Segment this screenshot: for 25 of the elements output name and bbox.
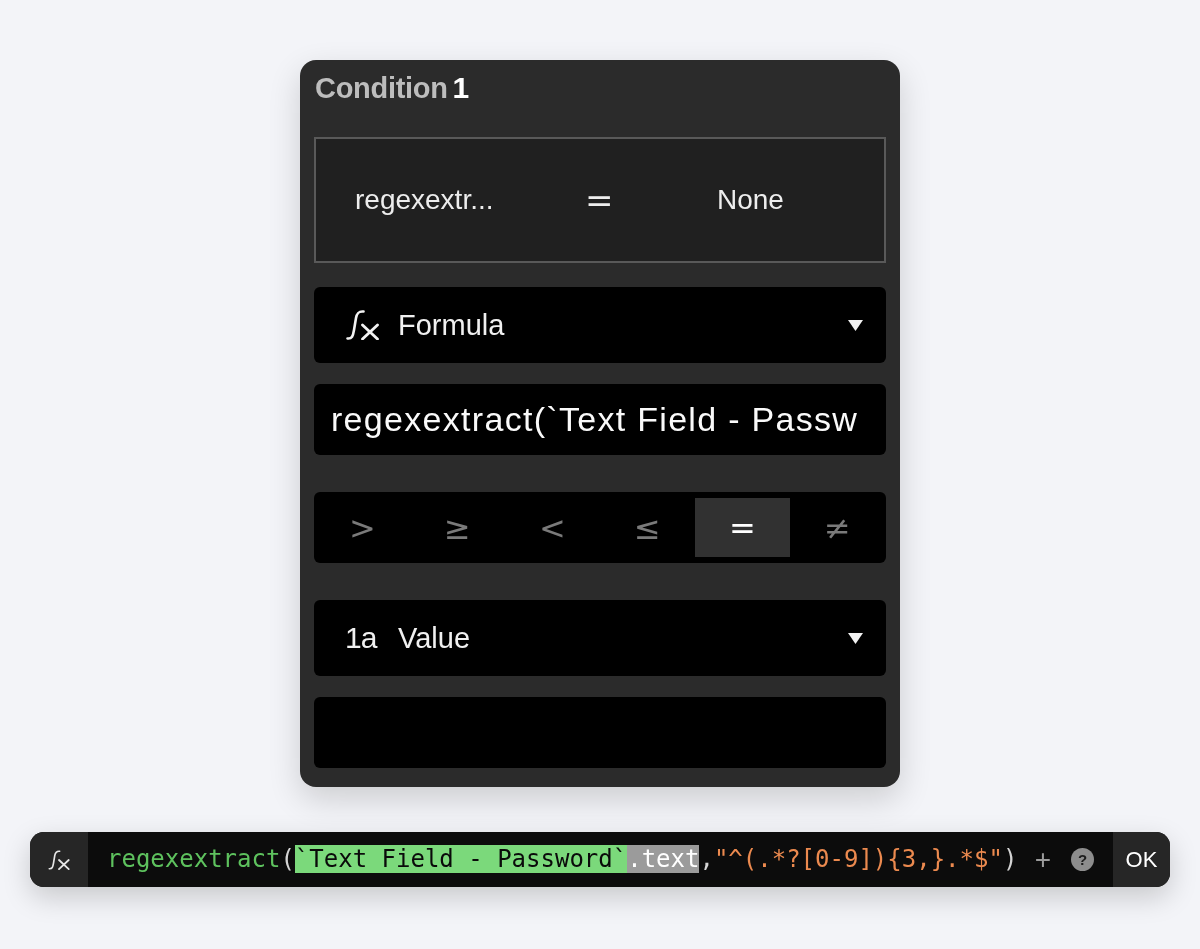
add-button[interactable]: + (1034, 843, 1051, 876)
panel-title: Condition (315, 71, 448, 105)
operator-option[interactable]: < (505, 498, 600, 557)
operator-option[interactable]: ≠ (790, 498, 885, 557)
summary-left-text: regexextr... (355, 184, 494, 216)
condition-number: 1 (452, 71, 470, 105)
right-type-dropdown[interactable]: 1a Value (314, 600, 886, 676)
formula-mode-button[interactable] (30, 832, 88, 887)
ok-button[interactable]: OK (1113, 832, 1170, 887)
summary-right-text: None (717, 184, 784, 216)
operator-option[interactable]: ≥ (410, 498, 505, 557)
function-icon (345, 310, 380, 340)
formula-editor-field[interactable]: regexextract(`Text Field - Password`.text,"^(.*?[0-9]){3,}.*$") (107, 844, 1018, 875)
value-type-glyph: 1a (345, 621, 378, 655)
formula-input-field[interactable]: regexextract(`Text Field - Passw (314, 384, 886, 455)
help-button[interactable]: ? (1071, 848, 1094, 871)
dropdown-caret-icon (848, 319, 863, 331)
dropdown-caret-icon (848, 632, 863, 644)
summary-operator-text: = (585, 180, 614, 220)
operator-option[interactable]: = (695, 498, 790, 557)
operator-option[interactable]: ≤ (600, 498, 695, 557)
value-input-field[interactable] (314, 697, 886, 768)
function-icon (48, 849, 70, 870)
operator-option[interactable]: > (315, 498, 410, 557)
left-type-dropdown[interactable]: Formula (314, 287, 886, 363)
